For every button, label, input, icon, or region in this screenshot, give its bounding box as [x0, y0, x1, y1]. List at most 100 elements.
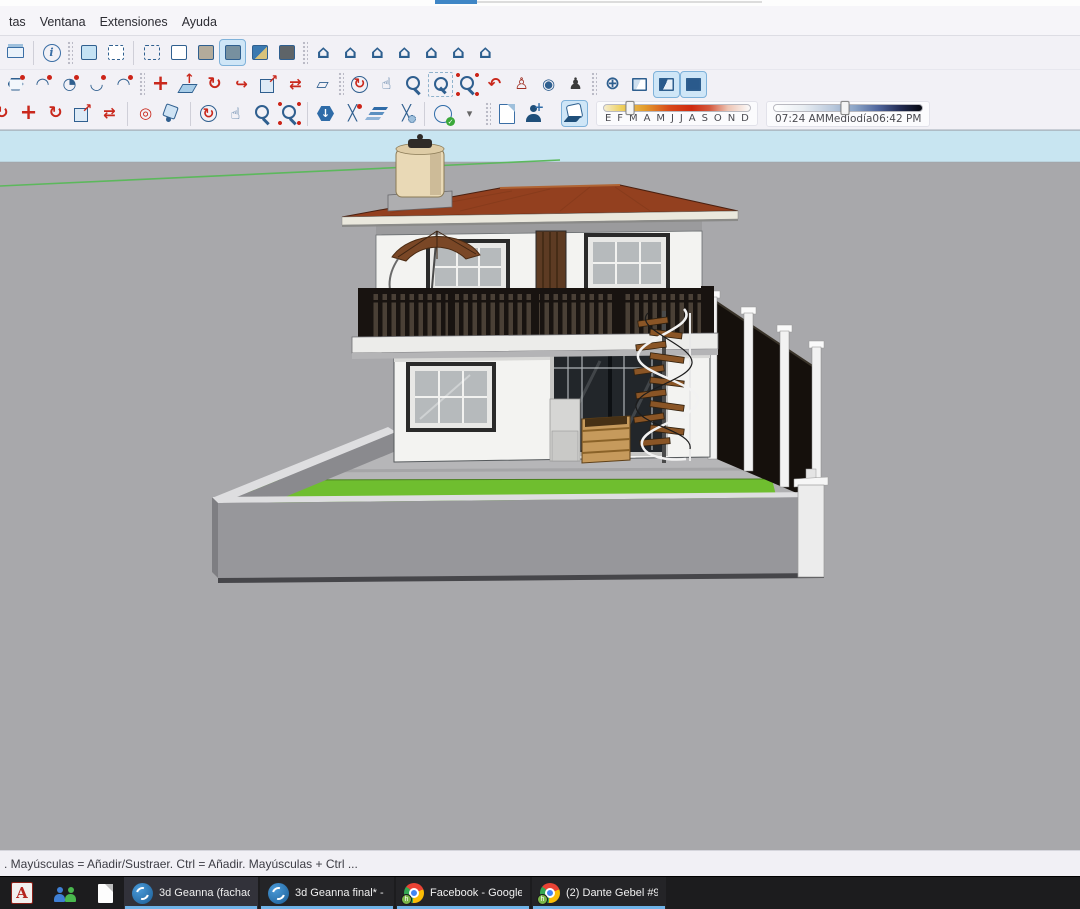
arc-center-button[interactable]: ◡ — [83, 71, 110, 98]
document-app-taskbar-item[interactable] — [89, 877, 122, 909]
paint-bucket-button[interactable] — [159, 100, 186, 127]
zoom-previous-button[interactable]: ↶ — [481, 71, 508, 98]
month-label: S — [702, 113, 708, 124]
polygon-button[interactable] — [2, 71, 29, 98]
zoom-icon — [401, 72, 426, 97]
month-slider-track[interactable] — [603, 104, 751, 112]
account-button[interactable] — [429, 100, 456, 127]
arc-pie-button[interactable]: ◔ — [56, 71, 83, 98]
display-section-cuts-button[interactable] — [653, 71, 680, 98]
view-top-button[interactable]: ⌂ — [337, 39, 364, 66]
view-left-button[interactable]: ⌂ — [445, 39, 472, 66]
toolbar-drag-handle[interactable] — [338, 72, 344, 96]
menu-item-tas[interactable]: tas — [2, 13, 33, 31]
arc-2point-button[interactable]: ◠ — [29, 71, 56, 98]
toolbar-drag-handle[interactable] — [302, 41, 308, 65]
status-hint-text: . Mayúsculas = Añadir/Sustraer. Ctrl = A… — [4, 857, 358, 871]
flip-alt-icon: ⇄ — [97, 101, 122, 126]
move-button[interactable]: + — [147, 71, 174, 98]
new-document-button[interactable] — [493, 100, 520, 127]
toolbar-drag-handle[interactable] — [67, 41, 73, 65]
zoom-window-button[interactable] — [427, 71, 454, 98]
move-alt-button[interactable]: + — [15, 100, 42, 127]
chrome-window-1-taskbar-item[interactable]: hFacebook - Google ... — [396, 877, 530, 909]
menu-item-extensiones[interactable]: Extensiones — [93, 13, 175, 31]
style-wireframe-button[interactable] — [138, 39, 165, 66]
view-back-button[interactable]: ⌂ — [418, 39, 445, 66]
style-hidden-line-button[interactable] — [165, 39, 192, 66]
add-collaborator-button[interactable]: + — [520, 100, 547, 127]
style-textured-alt-button[interactable] — [246, 39, 273, 66]
style-shaded-button[interactable] — [192, 39, 219, 66]
section-plane-button[interactable]: ⊕ — [599, 71, 626, 98]
time-slider-track[interactable] — [773, 104, 923, 112]
zoom-extents-button[interactable] — [454, 71, 481, 98]
rotate-alt-button[interactable]: ↻ — [42, 100, 69, 127]
toolbar-row-standard: ⌂⌂⌂⌂⌂⌂⌂ — [0, 36, 1080, 70]
style-back-edges-button[interactable] — [102, 39, 129, 66]
flip-button[interactable]: ⇄ — [282, 71, 309, 98]
follow-me-button[interactable]: ↪ — [228, 71, 255, 98]
zoom-alt-icon — [250, 101, 275, 126]
month-slider-handle[interactable] — [626, 101, 635, 115]
pan-button[interactable]: ☝ — [373, 71, 400, 98]
style-xray-button[interactable] — [75, 39, 102, 66]
new-document-icon — [494, 101, 519, 126]
contacts-app-taskbar-item[interactable] — [44, 877, 87, 909]
viewport-canvas[interactable] — [0, 130, 1080, 850]
rotate-button[interactable]: ↻ — [201, 71, 228, 98]
print-button[interactable] — [2, 39, 29, 66]
section-plane-icon: ⊕ — [600, 72, 625, 97]
account-menu-button[interactable]: ▾ — [456, 100, 483, 127]
zoom-button[interactable] — [400, 71, 427, 98]
extension-tool-b-icon: ╳ — [394, 101, 419, 126]
style-monochrome-button[interactable] — [273, 39, 300, 66]
view-front-button[interactable]: ⌂ — [364, 39, 391, 66]
look-around-button[interactable]: ◉ — [535, 71, 562, 98]
extension-tool-a-button[interactable]: ╳ — [339, 100, 366, 127]
scale-alt-button[interactable]: ↗ — [69, 100, 96, 127]
chrome-window-2-taskbar-item[interactable]: h(2) Dante Gebel #95... — [532, 877, 666, 909]
orbit-button[interactable]: ↻ — [346, 71, 373, 98]
rotated-rectangle-button[interactable]: ▱ — [309, 71, 336, 98]
model-info-button[interactable] — [38, 39, 65, 66]
display-section-fill-button[interactable] — [680, 71, 707, 98]
sketchup-window-2-taskbar-item[interactable]: 3d Geanna final* - ... — [260, 877, 394, 909]
toggle-shadows-button[interactable] — [561, 100, 588, 127]
zoom-extents-alt-button[interactable] — [276, 100, 303, 127]
zoom-alt-button[interactable] — [249, 100, 276, 127]
sketchup-window-1-taskbar-item[interactable]: 3d Geanna (fachad... — [124, 877, 258, 909]
display-section-planes-button[interactable] — [626, 71, 653, 98]
display-section-planes-icon — [627, 72, 652, 97]
style-shaded-textures-button[interactable] — [219, 39, 246, 66]
toolbar-row-extensions: ↻+↻↗⇄◎↻☝↓╳╳▾+EFMAMJJASOND07:24 AMMediodí… — [0, 98, 1080, 130]
menu-item-ventana[interactable]: Ventana — [33, 13, 93, 31]
flip-alt-button[interactable]: ⇄ — [96, 100, 123, 127]
sketchup-icon — [268, 883, 289, 904]
toolbar-drag-handle[interactable] — [591, 72, 597, 96]
toolbar-drag-handle[interactable] — [139, 72, 145, 96]
autocad-app-taskbar-item[interactable]: A — [2, 877, 42, 909]
menu-item-ayuda[interactable]: Ayuda — [175, 13, 224, 31]
scale-button[interactable]: ↗ — [255, 71, 282, 98]
extension-tool-b-button[interactable]: ╳ — [393, 100, 420, 127]
view-bottom-button[interactable]: ⌂ — [472, 39, 499, 66]
orbit-alt-button[interactable]: ↻ — [195, 100, 222, 127]
push-pull-button[interactable]: ↑ — [174, 71, 201, 98]
time-slider-handle[interactable] — [841, 101, 850, 115]
clipped-tool-button[interactable]: ↻ — [0, 100, 15, 127]
status-bar: . Mayúsculas = Añadir/Sustraer. Ctrl = A… — [0, 850, 1080, 876]
month-label: J — [680, 113, 683, 124]
component-download-button[interactable]: ↓ — [312, 100, 339, 127]
position-camera-button[interactable]: ♙ — [508, 71, 535, 98]
view-iso-button[interactable]: ⌂ — [310, 39, 337, 66]
layers-stack-button[interactable] — [366, 100, 393, 127]
pan-alt-button[interactable]: ☝ — [222, 100, 249, 127]
toolbar-separator — [33, 41, 34, 65]
view-right-button[interactable]: ⌂ — [391, 39, 418, 66]
walk-button[interactable]: ♟ — [562, 71, 589, 98]
tape-measure-button[interactable]: ◎ — [132, 100, 159, 127]
style-textured-alt-icon — [247, 40, 272, 65]
toolbar-drag-handle[interactable] — [485, 102, 491, 126]
arc-3point-button[interactable]: ◠ — [110, 71, 137, 98]
